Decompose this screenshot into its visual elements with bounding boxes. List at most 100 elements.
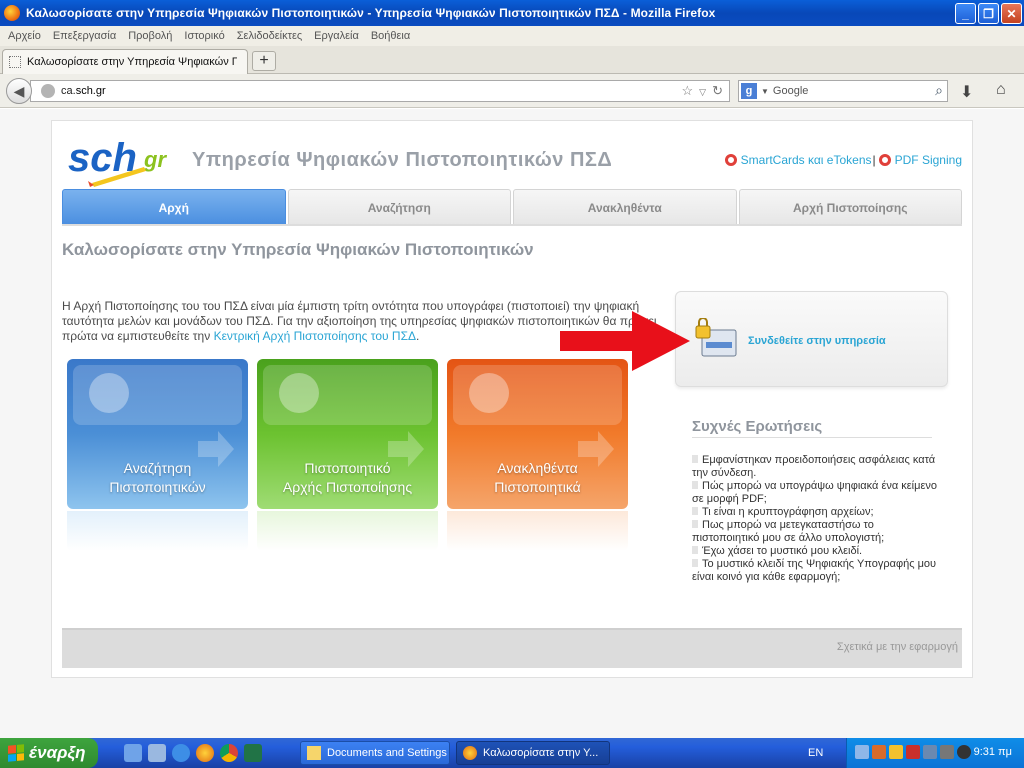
quicklaunch-app-icon[interactable] bbox=[124, 744, 142, 762]
browser-tab[interactable]: Καλωσορίσατε στην Υπηρεσία Ψηφιακών Πισ.… bbox=[2, 49, 248, 74]
link-separator: | bbox=[872, 153, 876, 167]
home-icon[interactable]: ⌂ bbox=[996, 81, 1006, 99]
tile-label-line1: Πιστοποιητικό bbox=[304, 460, 391, 476]
site-tabs: Αρχή Αναζήτηση Ανακληθέντα Αρχή Πιστοποί… bbox=[62, 189, 962, 225]
url-text: ca.sch.gr bbox=[61, 85, 106, 97]
tab-ca[interactable]: Αρχή Πιστοποίησης bbox=[738, 189, 962, 225]
menu-view[interactable]: Προβολή bbox=[128, 30, 172, 42]
tab-revoked[interactable]: Ανακληθέντα bbox=[513, 189, 737, 225]
task-documents-label: Documents and Settings bbox=[327, 747, 447, 759]
menu-help[interactable]: Βοήθεια bbox=[371, 30, 410, 42]
menu-history[interactable]: Ιστορικό bbox=[184, 30, 224, 42]
back-arrow-icon: ◀ bbox=[13, 82, 25, 99]
tile-search-certificates[interactable]: Αναζήτηση Πιστοποιητικών bbox=[67, 359, 248, 509]
menu-tools[interactable]: Εργαλεία bbox=[314, 30, 359, 42]
minimize-button[interactable]: _ bbox=[955, 3, 976, 24]
menu-bar: Αρχείο Επεξεργασία Προβολή Ιστορικό Σελι… bbox=[0, 26, 1024, 46]
tile-label: Αναζήτηση Πιστοποιητικών bbox=[67, 459, 248, 497]
window-title: Καλωσορίσατε στην Υπηρεσία Ψηφιακών Πιστ… bbox=[26, 6, 716, 20]
smartcards-link[interactable]: SmartCards και eTokens bbox=[741, 153, 872, 167]
quicklaunch-app-icon[interactable] bbox=[148, 744, 166, 762]
site-title: Υπηρεσία Ψηφιακών Πιστοποιητικών ΠΣΔ bbox=[192, 149, 613, 171]
central-ca-link[interactable]: Κεντρική Αρχή Πιστοποίησης του ΠΣΔ bbox=[214, 329, 416, 343]
tab-strip: Καλωσορίσατε στην Υπηρεσία Ψηφιακών Πισ.… bbox=[0, 46, 1024, 74]
maximize-button[interactable]: ❐ bbox=[978, 3, 999, 24]
faq-item[interactable]: Πως μπορώ να μετεγκαταστήσω το πιστοποιη… bbox=[692, 519, 937, 545]
task-firefox-label: Καλωσορίσατε στην Υ... bbox=[483, 747, 599, 759]
menu-bookmarks[interactable]: Σελιδοδείκτες bbox=[237, 30, 302, 42]
monitor-icon[interactable] bbox=[923, 745, 937, 759]
certificate-badge-icon bbox=[89, 373, 129, 413]
pdf-signing-link[interactable]: PDF Signing bbox=[895, 153, 962, 167]
url-domain: sch.gr bbox=[75, 85, 106, 97]
back-button[interactable]: ◀ bbox=[6, 78, 32, 104]
search-placeholder: Google bbox=[772, 85, 809, 97]
site-container: sch gr Υπηρεσία Ψηφιακών Πιστοποιητικών … bbox=[51, 120, 973, 678]
sch-logo[interactable]: sch gr bbox=[66, 131, 178, 187]
page-title: Καλωσορίσατε στην Υπηρεσία Ψηφιακών Πιστ… bbox=[62, 240, 534, 259]
lifebuoy-icon bbox=[878, 154, 891, 166]
chrome-icon[interactable] bbox=[220, 744, 238, 762]
menu-file[interactable]: Αρχείο bbox=[8, 30, 41, 42]
search-icon[interactable]: ⌕ bbox=[935, 82, 943, 99]
tile-label-line2: Αρχής Πιστοποίησης bbox=[282, 479, 413, 495]
shield-icon[interactable] bbox=[889, 745, 903, 759]
tile-label: Πιστοποιητικό Αρχής Πιστοποίησης bbox=[257, 459, 438, 497]
firefox-icon[interactable] bbox=[196, 744, 214, 762]
menu-edit[interactable]: Επεξεργασία bbox=[53, 30, 116, 42]
faq-item[interactable]: Εμφανίστηκαν προειδοποιήσεις ασφάλειας κ… bbox=[692, 454, 937, 480]
tray-app-icon[interactable] bbox=[906, 745, 920, 759]
svg-text:gr: gr bbox=[143, 147, 167, 172]
faq-item[interactable]: Τι είναι η κρυπτογράφηση αρχείων; bbox=[692, 506, 937, 519]
tile-reflection bbox=[67, 511, 248, 551]
internet-explorer-icon[interactable] bbox=[172, 744, 190, 762]
tray-icons bbox=[855, 745, 971, 759]
close-button[interactable]: ✕ bbox=[1001, 3, 1022, 24]
page-viewport: sch gr Υπηρεσία Ψηφιακών Πιστοποιητικών … bbox=[0, 109, 1024, 738]
login-link[interactable]: Συνδεθείτε στην υπηρεσία bbox=[748, 335, 886, 347]
page-favicon-icon bbox=[9, 56, 21, 68]
task-firefox[interactable]: Καλωσορίσατε στην Υ... bbox=[456, 741, 610, 765]
excel-icon[interactable] bbox=[244, 744, 262, 762]
quick-launch bbox=[124, 744, 262, 762]
url-bar[interactable]: ca.sch.gr ☆ ▽ ↻ bbox=[30, 80, 730, 102]
red-arrow-pointer bbox=[560, 311, 690, 371]
faq-item[interactable]: Το μυστικό κλειδί της Ψηφιακής Υπογραφής… bbox=[692, 558, 937, 584]
reload-icon[interactable]: ↻ bbox=[712, 83, 723, 101]
start-label: έναρξη bbox=[29, 743, 86, 762]
lock-id-card-icon bbox=[695, 318, 737, 357]
faq-item[interactable]: Πώς μπορώ να υπογράψω ψηφιακά ένα κείμεν… bbox=[692, 480, 937, 506]
tab-home[interactable]: Αρχή bbox=[62, 189, 286, 225]
tile-reflection bbox=[257, 511, 438, 551]
start-button[interactable]: έναρξη bbox=[0, 738, 98, 768]
volume-icon[interactable] bbox=[957, 745, 971, 759]
tile-ca-certificate[interactable]: Πιστοποιητικό Αρχής Πιστοποίησης bbox=[257, 359, 438, 509]
download-icon[interactable]: ⬇ bbox=[960, 82, 973, 102]
search-bar[interactable]: g ▼ Google ⌕ bbox=[738, 80, 948, 102]
site-footer: Σχετικά με την εφαρμογή bbox=[62, 628, 962, 668]
tile-label-line2: Πιστοποιητικών bbox=[109, 479, 206, 495]
tray-app-icon[interactable] bbox=[940, 745, 954, 759]
faq-title: Συχνές Ερωτήσεις bbox=[692, 418, 823, 435]
lifebuoy-icon bbox=[724, 154, 737, 166]
tray-app-icon[interactable] bbox=[872, 745, 886, 759]
url-prefix: ca. bbox=[61, 85, 76, 97]
faq-item[interactable]: Έχω χάσει το μυστικό μου κλειδί. bbox=[692, 545, 937, 558]
language-indicator[interactable]: EN bbox=[808, 747, 823, 759]
tile-revoked-certificates[interactable]: Ανακληθέντα Πιστοποιητικά bbox=[447, 359, 628, 509]
folder-icon bbox=[307, 746, 321, 760]
new-tab-button[interactable]: + bbox=[252, 51, 276, 71]
bookmark-star-icon[interactable]: ☆ bbox=[682, 83, 694, 101]
taskbar: έναρξη Documents and Settings Καλωσορίσα… bbox=[0, 738, 1024, 768]
login-box[interactable]: Συνδεθείτε στην υπηρεσία bbox=[675, 291, 948, 387]
network-icon[interactable] bbox=[855, 745, 869, 759]
firefox-icon bbox=[463, 746, 477, 760]
about-link[interactable]: Σχετικά με την εφαρμογή bbox=[837, 641, 958, 653]
url-dropdown-icon[interactable]: ▽ bbox=[699, 83, 706, 101]
tab-search[interactable]: Αναζήτηση bbox=[287, 189, 511, 225]
task-documents[interactable]: Documents and Settings bbox=[300, 741, 450, 765]
certificate-badge-icon bbox=[279, 373, 319, 413]
navigation-bar: ca.sch.gr ☆ ▽ ↻ ◀ g ▼ Google ⌕ ⬇ ⌂ bbox=[0, 74, 1024, 108]
search-engine-caret-icon[interactable]: ▼ bbox=[761, 87, 769, 96]
tile-label-line1: Αναζήτηση bbox=[123, 460, 192, 476]
